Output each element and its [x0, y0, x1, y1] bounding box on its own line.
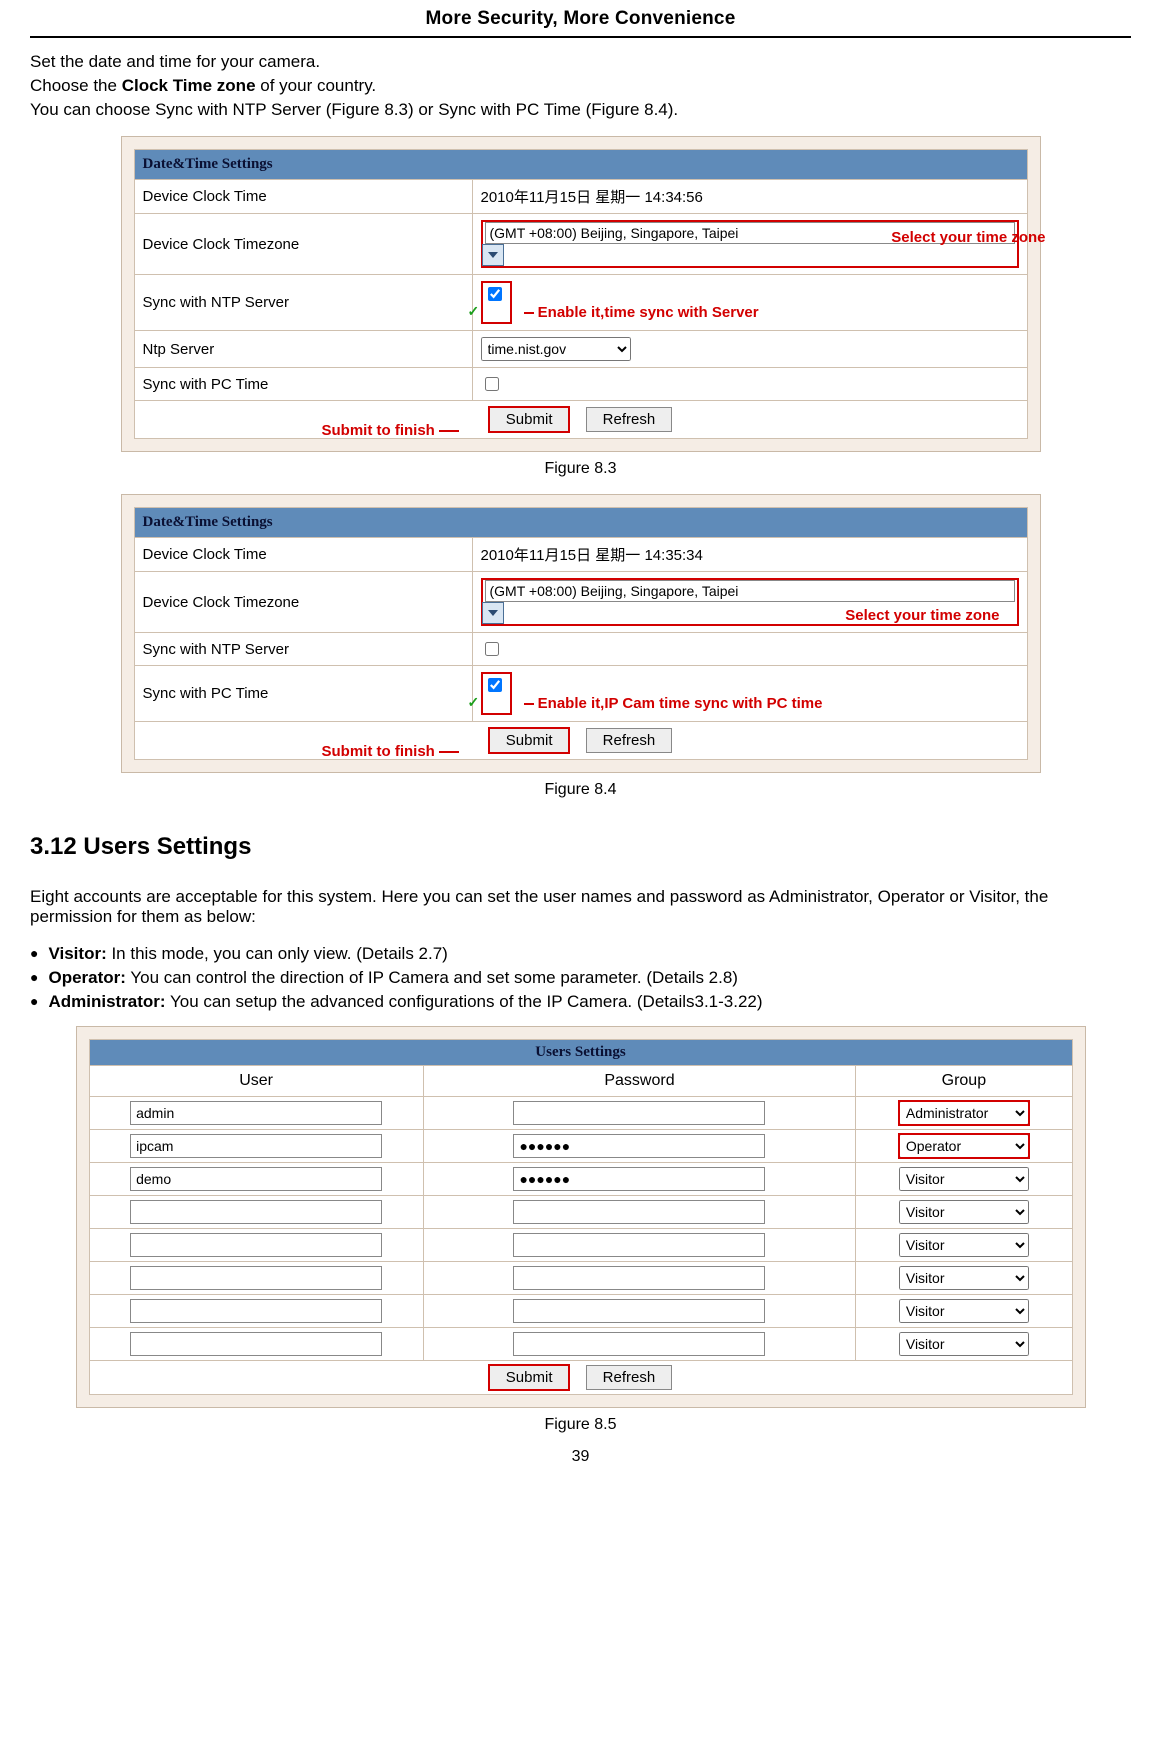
user-input[interactable] — [130, 1332, 382, 1356]
page-header: More Security, More Convenience — [30, 0, 1131, 38]
user-input[interactable] — [130, 1200, 382, 1224]
timezone-select[interactable] — [485, 222, 1015, 244]
group-select[interactable]: Operator — [899, 1134, 1029, 1158]
group-select[interactable]: Visitor — [899, 1233, 1029, 1257]
password-input[interactable] — [513, 1266, 765, 1290]
ntp-server-select[interactable]: time.nist.gov — [481, 337, 631, 361]
table-row: Administrator — [89, 1097, 1072, 1130]
table-row: Visitor — [89, 1196, 1072, 1229]
row-label: Ntp Server — [134, 331, 472, 368]
users-intro: Eight accounts are acceptable for this s… — [30, 887, 1131, 927]
figure-caption: Figure 8.4 — [121, 781, 1041, 799]
figure-8-5-panel: Users Settings User Password Group Admin… — [76, 1026, 1086, 1408]
table-row: Operator — [89, 1130, 1072, 1163]
text: of your country. — [256, 76, 377, 95]
section-heading: 3.12 Users Settings — [30, 833, 1131, 861]
row-label: Sync with NTP Server — [134, 275, 472, 331]
sync-pc-checkbox[interactable] — [488, 678, 502, 692]
refresh-button[interactable]: Refresh — [586, 728, 673, 753]
annotation-enable-pc: Enable it,IP Cam time sync with PC time — [538, 695, 823, 712]
submit-button[interactable]: Submit — [489, 728, 570, 753]
bold-clock-tz: Clock Time zone — [122, 76, 256, 95]
figure-8-3-panel: Date&Time Settings Device Clock Time 201… — [121, 136, 1041, 452]
figure-8-4-panel: Date&Time Settings Device Clock Time 201… — [121, 494, 1041, 773]
password-input[interactable] — [513, 1167, 765, 1191]
table-row: Visitor — [89, 1163, 1072, 1196]
row-value: 2010年11月15日 星期一 14:34:56 — [472, 180, 1027, 214]
chevron-down-icon[interactable] — [482, 244, 504, 266]
text: Choose the — [30, 76, 122, 95]
user-input[interactable] — [130, 1266, 382, 1290]
row-label: Sync with PC Time — [134, 368, 472, 401]
password-input[interactable] — [513, 1101, 765, 1125]
intro-line-2: Choose the Clock Time zone of your count… — [30, 76, 1131, 96]
group-select[interactable]: Visitor — [899, 1299, 1029, 1323]
group-select[interactable]: Visitor — [899, 1332, 1029, 1356]
group-select[interactable]: Visitor — [899, 1167, 1029, 1191]
submit-button[interactable]: Submit — [489, 1365, 570, 1390]
row-label: Sync with NTP Server — [134, 633, 472, 666]
row-label: Device Clock Timezone — [134, 214, 472, 275]
row-label: Device Clock Time — [134, 538, 472, 572]
row-label: Device Clock Time — [134, 180, 472, 214]
row-value: 2010年11月15日 星期一 14:35:34 — [472, 538, 1027, 572]
timezone-select[interactable] — [485, 580, 1015, 602]
password-input[interactable] — [513, 1299, 765, 1323]
figure-caption: Figure 8.5 — [76, 1416, 1086, 1434]
panel-title: Date&Time Settings — [134, 150, 1027, 180]
figure-caption: Figure 8.3 — [121, 460, 1041, 478]
group-select[interactable]: Visitor — [899, 1200, 1029, 1224]
sync-pc-checkbox[interactable] — [485, 377, 499, 391]
user-input[interactable] — [130, 1299, 382, 1323]
col-group: Group — [856, 1066, 1072, 1097]
page-number: 39 — [30, 1448, 1131, 1466]
user-input[interactable] — [130, 1101, 382, 1125]
role-admin: Administrator: You can setup the advance… — [50, 992, 1131, 1012]
panel-title: Date&Time Settings — [134, 508, 1027, 538]
col-user: User — [89, 1066, 423, 1097]
user-input[interactable] — [130, 1167, 382, 1191]
sync-ntp-checkbox[interactable] — [485, 642, 499, 656]
password-input[interactable] — [513, 1200, 765, 1224]
panel-title: Users Settings — [89, 1040, 1072, 1066]
user-input[interactable] — [130, 1134, 382, 1158]
intro-line-1: Set the date and time for your camera. — [30, 52, 1131, 72]
row-label: Device Clock Timezone — [134, 572, 472, 633]
role-operator: Operator: You can control the direction … — [50, 968, 1131, 988]
refresh-button[interactable]: Refresh — [586, 407, 673, 432]
table-row: Visitor — [89, 1328, 1072, 1361]
user-input[interactable] — [130, 1233, 382, 1257]
submit-button[interactable]: Submit — [489, 407, 570, 432]
table-row: Visitor — [89, 1229, 1072, 1262]
refresh-button[interactable]: Refresh — [586, 1365, 673, 1390]
password-input[interactable] — [513, 1233, 765, 1257]
group-select[interactable]: Visitor — [899, 1266, 1029, 1290]
roles-list: Visitor: In this mode, you can only view… — [30, 944, 1131, 1012]
annotation-enable-ntp: Enable it,time sync with Server — [538, 304, 759, 321]
intro-line-3: You can choose Sync with NTP Server (Fig… — [30, 100, 1131, 120]
group-select[interactable]: Administrator — [899, 1101, 1029, 1125]
password-input[interactable] — [513, 1332, 765, 1356]
role-visitor: Visitor: In this mode, you can only view… — [50, 944, 1131, 964]
table-row: Visitor — [89, 1262, 1072, 1295]
table-row: Visitor — [89, 1295, 1072, 1328]
intro-block: Set the date and time for your camera. C… — [30, 52, 1131, 120]
chevron-down-icon[interactable] — [482, 602, 504, 624]
row-label: Sync with PC Time — [134, 666, 472, 722]
password-input[interactable] — [513, 1134, 765, 1158]
sync-ntp-checkbox[interactable] — [488, 287, 502, 301]
col-pass: Password — [423, 1066, 856, 1097]
